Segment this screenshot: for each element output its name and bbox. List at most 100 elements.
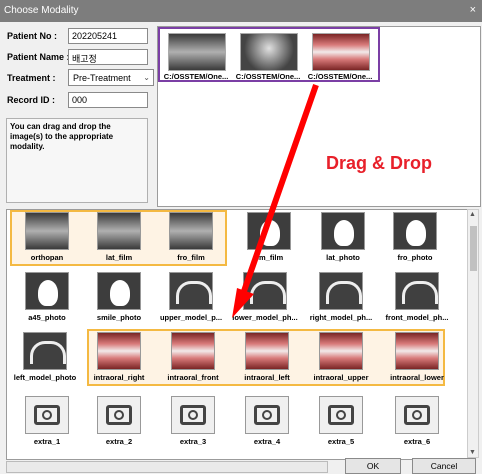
modality-caption: sm_film — [254, 253, 284, 262]
modality-extra-6[interactable]: extra_6 — [381, 396, 453, 446]
modality-lat-film[interactable]: lat_film — [83, 212, 155, 262]
intraoral-left-thumbnail — [245, 332, 289, 370]
modality-caption: lower_model_ph... — [232, 313, 298, 322]
source-image-caption: C:/OSSTEM/One... — [235, 72, 301, 81]
modality-sm-film[interactable]: sm_film — [233, 212, 305, 262]
patient-no-value: 202205241 — [72, 31, 118, 41]
ok-button[interactable]: OK — [345, 458, 401, 474]
modality-caption: smile_photo — [96, 313, 142, 322]
modality-upper-model-photo[interactable]: upper_model_p... — [155, 272, 227, 322]
modality-extra-3[interactable]: extra_3 — [157, 396, 229, 446]
modality-caption: front_model_ph... — [385, 313, 449, 322]
intraoral-upper-thumbnail — [319, 332, 363, 370]
camera-icon — [395, 396, 439, 434]
camera-icon — [245, 396, 289, 434]
modality-intraoral-right[interactable]: intraoral_right — [83, 332, 155, 382]
camera-icon — [319, 396, 363, 434]
modality-caption: fro_film — [177, 253, 205, 262]
modality-gallery[interactable]: orthopan lat_film fro_film sm_film lat_p… — [6, 209, 469, 460]
modality-extra-4[interactable]: extra_4 — [231, 396, 303, 446]
modality-fro-film[interactable]: fro_film — [155, 212, 227, 262]
modality-extra-1[interactable]: extra_1 — [11, 396, 83, 446]
modality-caption: intraoral_upper — [313, 373, 369, 382]
gallery-scrollbar[interactable]: ▲ ▼ — [467, 209, 479, 458]
modality-caption: right_model_ph... — [309, 313, 373, 322]
modality-intraoral-upper[interactable]: intraoral_upper — [305, 332, 377, 382]
modality-caption: intraoral_left — [244, 373, 290, 382]
source-image-3[interactable]: C:/OSSTEM/One... — [306, 33, 374, 81]
modality-caption: extra_6 — [403, 437, 431, 446]
treatment-select[interactable]: Pre-Treatment ⌄ — [68, 69, 154, 86]
intraoral-lower-thumbnail — [395, 332, 439, 370]
close-icon[interactable]: × — [470, 4, 476, 16]
drag-drop-annotation: Drag & Drop — [326, 153, 433, 173]
patient-no-field: 202205241 — [68, 28, 148, 44]
modality-caption: extra_3 — [179, 437, 207, 446]
camera-icon — [25, 396, 69, 434]
camera-icon — [97, 396, 141, 434]
source-images-panel[interactable]: C:/OSSTEM/One... C:/OSSTEM/One... C:/OSS… — [157, 26, 481, 207]
patient-name-label: Patient Name : — [7, 52, 70, 62]
modality-caption: extra_5 — [327, 437, 355, 446]
front-model-thumbnail — [395, 272, 439, 310]
modality-intraoral-lower[interactable]: intraoral_lower — [381, 332, 453, 382]
modality-caption: extra_2 — [105, 437, 133, 446]
fro-photo-thumbnail — [393, 212, 437, 250]
modality-caption: a45_photo — [28, 313, 66, 322]
record-id-value: 000 — [72, 95, 88, 105]
modality-lat-photo[interactable]: lat_photo — [307, 212, 379, 262]
modality-a45-photo[interactable]: a45_photo — [11, 272, 83, 322]
record-id-field: 000 — [68, 92, 148, 108]
source-image-2[interactable]: C:/OSSTEM/One... — [234, 33, 302, 81]
camera-icon — [171, 396, 215, 434]
modality-intraoral-front[interactable]: intraoral_front — [157, 332, 229, 382]
lat-photo-thumbnail — [321, 212, 365, 250]
modality-caption: lat_film — [105, 253, 133, 262]
source-image-1[interactable]: C:/OSSTEM/One... — [162, 33, 230, 81]
treatment-value: Pre-Treatment — [73, 73, 131, 83]
patient-name-value: 배고정 — [72, 54, 97, 64]
scroll-down-icon[interactable]: ▼ — [469, 449, 476, 456]
modality-caption: orthopan — [30, 253, 64, 262]
modality-caption: upper_model_p... — [159, 313, 223, 322]
modality-caption: lat_photo — [326, 253, 360, 262]
modality-right-model-photo[interactable]: right_model_ph... — [305, 272, 377, 322]
lower-model-thumbnail — [243, 272, 287, 310]
upper-model-thumbnail — [169, 272, 213, 310]
source-image-thumbnail — [168, 33, 226, 71]
modality-intraoral-left[interactable]: intraoral_left — [231, 332, 303, 382]
source-image-thumbnail — [312, 33, 370, 71]
treatment-label: Treatment : — [7, 73, 56, 83]
modality-fro-photo[interactable]: fro_photo — [379, 212, 451, 262]
source-image-caption: C:/OSSTEM/One... — [307, 72, 373, 81]
modality-smile-photo[interactable]: smile_photo — [83, 272, 155, 322]
modality-caption: intraoral_lower — [390, 373, 444, 382]
left-model-thumbnail — [23, 332, 67, 370]
modality-caption: fro_photo — [397, 253, 433, 262]
patient-no-label: Patient No : — [7, 31, 58, 41]
patient-name-field: 배고정 — [68, 49, 148, 65]
modality-lower-model-photo[interactable]: lower_model_ph... — [229, 272, 301, 322]
instructions-text: You can drag and drop the image(s) to th… — [6, 118, 148, 203]
intraoral-right-thumbnail — [97, 332, 141, 370]
cancel-button[interactable]: Cancel — [412, 458, 476, 474]
modality-extra-5[interactable]: extra_5 — [305, 396, 377, 446]
scrollbar-thumb[interactable] — [470, 226, 477, 271]
modality-caption: left_model_photo — [13, 373, 77, 382]
modality-front-model-photo[interactable]: front_model_ph... — [381, 272, 453, 322]
modality-left-model-photo[interactable]: left_model_photo — [9, 332, 81, 382]
source-image-caption: C:/OSSTEM/One... — [163, 72, 229, 81]
lat-film-thumbnail — [97, 212, 141, 250]
modality-orthopan[interactable]: orthopan — [11, 212, 83, 262]
source-image-thumbnail — [240, 33, 298, 71]
window-title: Choose Modality — [4, 5, 79, 16]
title-bar: Choose Modality × — [0, 0, 482, 22]
modality-extra-2[interactable]: extra_2 — [83, 396, 155, 446]
a45-photo-thumbnail — [25, 272, 69, 310]
status-bar — [6, 461, 328, 473]
modality-caption: intraoral_right — [93, 373, 145, 382]
smile-photo-thumbnail — [97, 272, 141, 310]
scroll-up-icon[interactable]: ▲ — [469, 211, 476, 218]
modality-caption: intraoral_front — [167, 373, 219, 382]
selected-source-images: C:/OSSTEM/One... C:/OSSTEM/One... C:/OSS… — [158, 27, 380, 82]
